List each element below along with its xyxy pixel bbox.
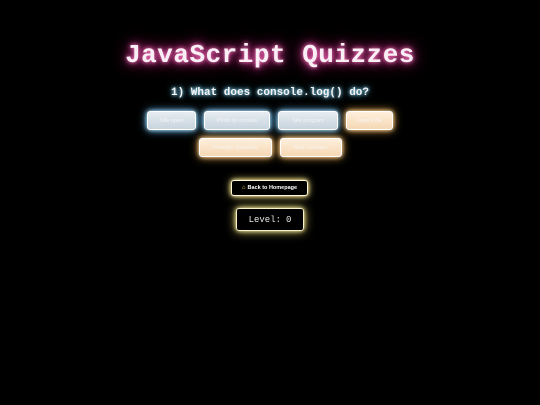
answer-button-5[interactable]: Prompts Question <box>198 138 272 157</box>
answer-button-1[interactable]: Site open <box>147 111 196 130</box>
answer-button-3[interactable]: Site program <box>278 111 338 130</box>
answer-button-4[interactable]: Opens file <box>346 111 393 130</box>
answer-options: Site open Prints to console Site program… <box>140 111 400 157</box>
back-to-homepage-label: Back to Homepage <box>247 185 298 191</box>
level-value: 0 <box>286 214 292 225</box>
question-text: 1) What does console.log() do? <box>170 87 370 99</box>
back-to-homepage-button[interactable]: ⌂ Back to Homepage <box>231 180 308 196</box>
home-icon: ⌂ <box>241 185 246 191</box>
level-indicator: Level: 0 <box>236 208 304 231</box>
quiz-title: JavaScript Quizzes <box>125 40 415 70</box>
answer-button-6[interactable]: New Function <box>279 138 342 157</box>
answer-button-2[interactable]: Prints to console <box>204 111 270 130</box>
level-label: Level: <box>248 214 281 225</box>
